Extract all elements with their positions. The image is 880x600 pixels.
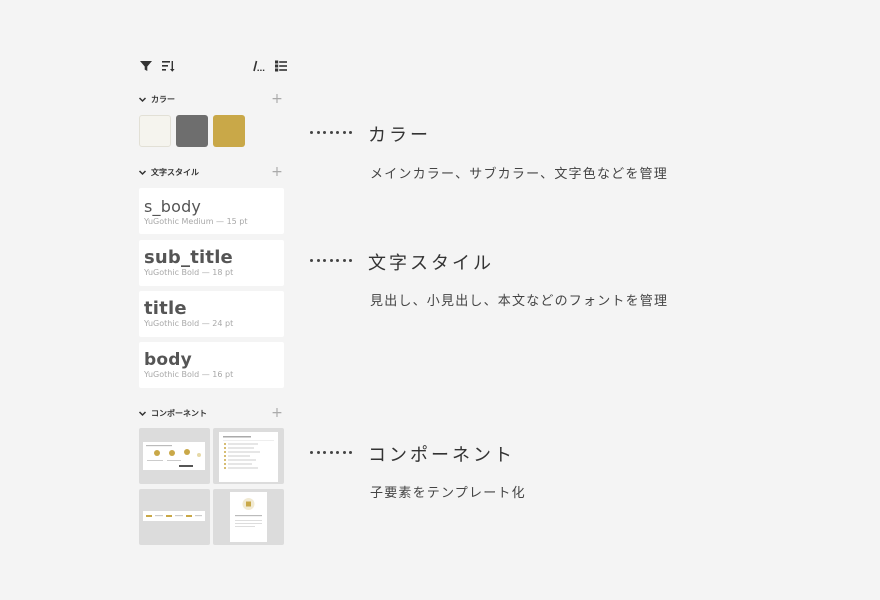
colors-section-header[interactable]: カラー + bbox=[138, 92, 284, 107]
text-style-name: body bbox=[144, 350, 192, 370]
text-styles-section-header[interactable]: 文字スタイル + bbox=[138, 165, 284, 180]
leader-dots bbox=[310, 258, 354, 264]
filter-icon[interactable] bbox=[139, 59, 153, 73]
text-style-meta: YuGothic Bold — 16 pt bbox=[144, 370, 234, 379]
text-style-meta: YuGothic Bold — 18 pt bbox=[144, 268, 234, 277]
leader-dots bbox=[310, 130, 354, 136]
text-style-name: title bbox=[144, 298, 187, 319]
text-style-name: sub_title bbox=[144, 247, 233, 268]
text-style-card[interactable]: body YuGothic Bold — 16 pt bbox=[139, 342, 284, 388]
text-style-card[interactable]: title YuGothic Bold — 24 pt bbox=[139, 291, 284, 337]
chevron-down-icon[interactable] bbox=[138, 409, 147, 418]
colors-description-title: カラー bbox=[368, 125, 431, 146]
text-style-meta: YuGothic Medium — 15 pt bbox=[144, 217, 248, 226]
chevron-down-icon[interactable] bbox=[138, 168, 147, 177]
colors-section-label: カラー bbox=[151, 95, 175, 104]
text-style-name: s_body bbox=[144, 197, 202, 216]
components-section-header[interactable]: コンポーネント + bbox=[138, 406, 284, 421]
text-styles-section-label: 文字スタイル bbox=[151, 168, 199, 177]
components-description-title: コンポーネント bbox=[368, 445, 515, 466]
components-description-text: 子要素をテンプレート化 bbox=[370, 486, 526, 501]
component-thumbnail[interactable] bbox=[213, 489, 284, 545]
color-swatch[interactable] bbox=[176, 115, 208, 147]
text-style-card[interactable]: sub_title YuGothic Bold — 18 pt bbox=[139, 240, 284, 286]
text-styles-description-text: 見出し、小見出し、本文などのフォントを管理 bbox=[370, 294, 669, 309]
color-swatch[interactable] bbox=[139, 115, 171, 147]
add-component-button[interactable]: + bbox=[270, 406, 284, 421]
add-text-style-button[interactable]: + bbox=[270, 165, 284, 180]
text-styles-description-title: 文字スタイル bbox=[368, 253, 494, 274]
color-swatch[interactable] bbox=[213, 115, 245, 147]
list-view-icon[interactable] bbox=[274, 59, 288, 73]
chevron-down-icon[interactable] bbox=[138, 95, 147, 104]
components-section-label: コンポーネント bbox=[151, 409, 207, 418]
sort-icon[interactable] bbox=[161, 59, 175, 73]
text-style-meta: YuGothic Bold — 24 pt bbox=[144, 319, 234, 328]
text-style-card[interactable]: s_body YuGothic Medium — 15 pt bbox=[139, 188, 284, 234]
add-color-button[interactable]: + bbox=[270, 92, 284, 107]
component-thumbnail[interactable] bbox=[139, 428, 210, 484]
colors-description-text: メインカラー、サブカラー、文字色などを管理 bbox=[370, 167, 668, 182]
text-preview-icon[interactable] bbox=[252, 59, 266, 73]
component-thumbnail[interactable] bbox=[213, 428, 284, 484]
leader-dots bbox=[310, 450, 354, 456]
component-thumbnail[interactable] bbox=[139, 489, 210, 545]
